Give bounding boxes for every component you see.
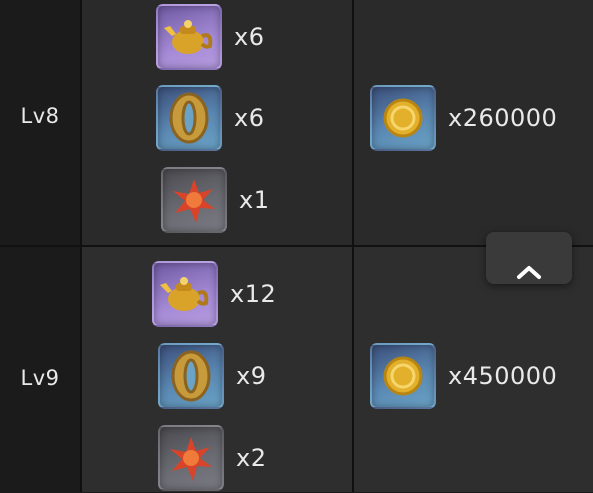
gold-coin-icon: [370, 85, 436, 151]
table-row-lv8: Lv8 x6 x6 x1 x260000: [0, 0, 593, 246]
level-cell: Lv9: [0, 247, 80, 492]
level-cell: Lv8: [0, 0, 80, 246]
gold-cost[interactable]: x450000: [370, 343, 557, 409]
material-qty: x1: [239, 186, 270, 214]
gold-qty: x450000: [448, 362, 558, 390]
scroll-to-top-button[interactable]: [486, 232, 572, 284]
gold-coin-icon: [370, 343, 436, 409]
level-label: Lv9: [20, 366, 60, 390]
material-qty: x9: [236, 362, 267, 390]
gold-cost-cell: x260000: [354, 0, 593, 246]
material-item[interactable]: x12: [152, 261, 276, 327]
materials-cell: x6 x6 x1: [82, 0, 352, 246]
material-qty: x12: [230, 280, 277, 308]
material-qty: x6: [234, 104, 265, 132]
column-divider: [80, 0, 82, 492]
material-item[interactable]: x9: [158, 343, 266, 409]
material-qty: x6: [234, 23, 265, 51]
material-item[interactable]: x6: [156, 85, 264, 151]
bronze-guard-icon: [156, 85, 222, 151]
material-item[interactable]: x1: [161, 167, 269, 233]
material-item[interactable]: x2: [158, 425, 266, 491]
chevron-up-icon: [517, 266, 541, 279]
gold-teapot-icon: [156, 4, 222, 70]
material-item[interactable]: x6: [156, 4, 264, 70]
materials-cell: x12 x9 x2: [82, 247, 352, 492]
gold-qty: x260000: [448, 104, 558, 132]
gold-teapot-icon: [152, 261, 218, 327]
level-label: Lv8: [20, 104, 60, 128]
bronze-guard-icon: [158, 343, 224, 409]
column-divider: [352, 0, 354, 492]
gold-cost[interactable]: x260000: [370, 85, 557, 151]
red-crystal-icon: [158, 425, 224, 491]
red-crystal-icon: [161, 167, 227, 233]
material-qty: x2: [236, 444, 267, 472]
